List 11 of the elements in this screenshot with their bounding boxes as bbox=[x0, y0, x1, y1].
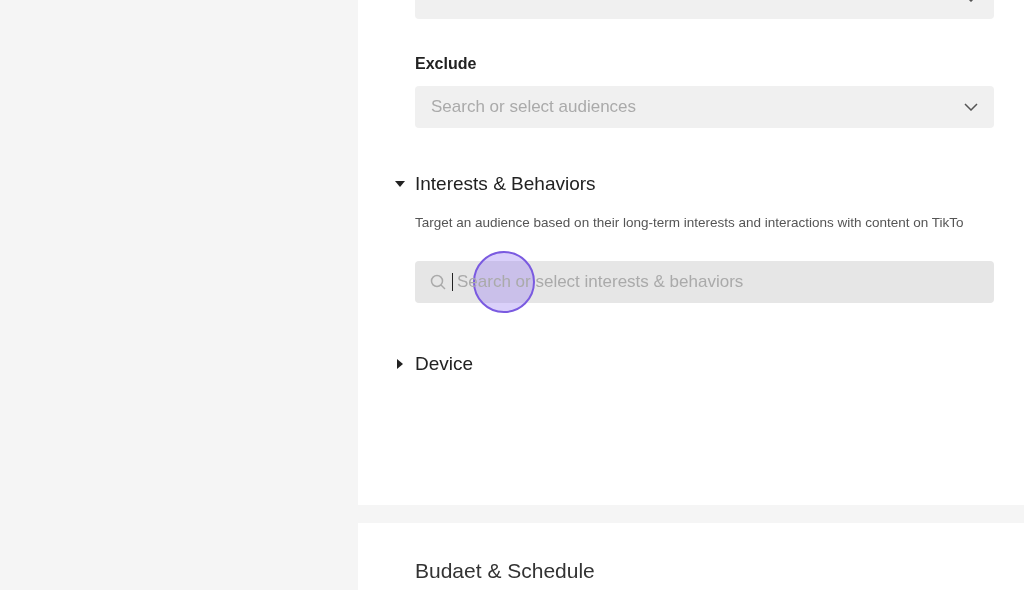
section-title[interactable]: Interests & Behaviors bbox=[415, 173, 596, 195]
section-description: Target an audience based on their long-term interests and interactions with content on TikTo bbox=[415, 215, 965, 230]
section-title[interactable]: Device bbox=[415, 353, 474, 375]
caret-right-icon[interactable] bbox=[395, 359, 405, 369]
caret-down-icon[interactable] bbox=[395, 179, 405, 189]
card-title: Budaet & Schedule bbox=[415, 559, 595, 582]
field-label: Exclude bbox=[415, 55, 478, 73]
search-icon bbox=[430, 274, 446, 290]
chevron-down-icon bbox=[964, 103, 978, 111]
exclude-dropdown[interactable]: Search or select audiences bbox=[415, 86, 994, 128]
text-caret bbox=[452, 273, 453, 291]
